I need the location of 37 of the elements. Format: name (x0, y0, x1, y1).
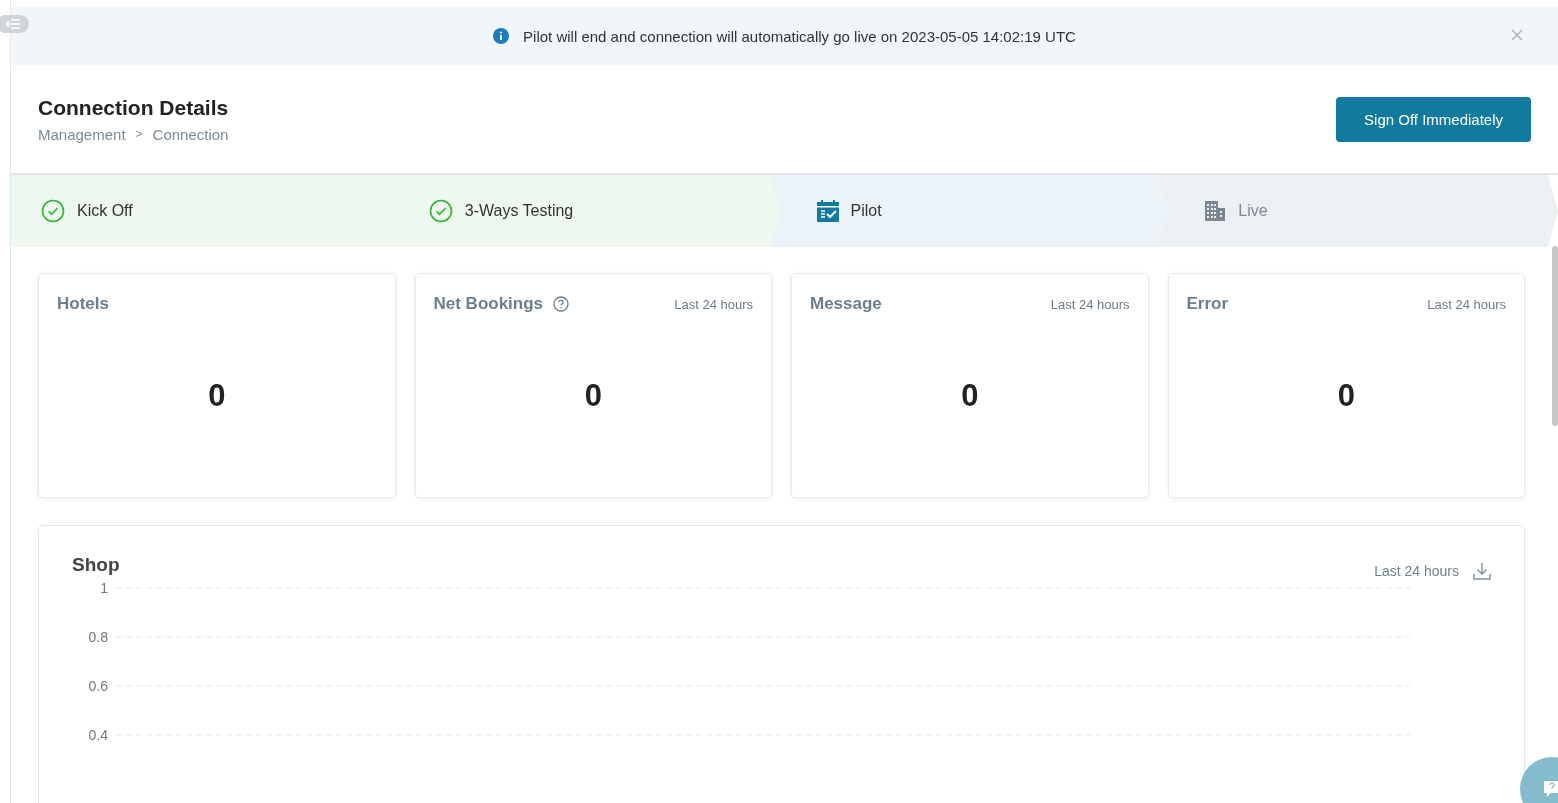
breadcrumb-link[interactable]: Management (38, 125, 126, 143)
card-title: Message (810, 294, 882, 314)
step-label: Kick Off (77, 202, 133, 220)
card-title: Error (1186, 294, 1229, 314)
y-axis-label: 0.4 (88, 727, 108, 743)
chat-question-icon (1542, 779, 1558, 799)
page-title: Connection Details (38, 95, 229, 120)
breadcrumb-separator: > (135, 127, 143, 141)
building-icon (1204, 200, 1227, 222)
stat-value: 0 (208, 377, 226, 414)
stat-value: 0 (584, 377, 602, 414)
stat-value: 0 (1337, 377, 1355, 414)
y-axis-label: 1 (100, 580, 108, 596)
check-circle-icon (41, 199, 65, 223)
help-icon[interactable] (553, 296, 570, 312)
y-axis-label: 0.6 (88, 678, 108, 694)
y-axis-label: 0.8 (88, 629, 108, 645)
period-label: Last 24 hours (674, 296, 753, 312)
period-label: Last 24 hours (1427, 296, 1506, 312)
download-icon[interactable] (1473, 562, 1491, 580)
step-label: 3-Ways Testing (464, 202, 574, 220)
step-label: Live (1238, 202, 1268, 220)
breadcrumb-link[interactable]: Connection (152, 125, 229, 143)
banner-message: Pilot will end and connection will automatically go live on 2023-05-05 14:02:19 UTC (523, 27, 1076, 45)
period-label: Last 24 hours (1050, 296, 1130, 312)
calendar-check-icon (816, 200, 839, 222)
check-circle-icon (428, 199, 453, 223)
step-label: Pilot (850, 202, 882, 220)
chart-title: Shop (72, 554, 120, 576)
card-title: Hotels (57, 294, 109, 314)
collapse-icon (4, 19, 21, 29)
period-label: Last 24 hours (1374, 563, 1459, 579)
info-icon (493, 28, 510, 44)
sign-off-button[interactable]: Sign Off Immediately (1336, 96, 1531, 142)
collapse-menu-button[interactable] (0, 15, 29, 33)
stat-value: 0 (961, 377, 979, 414)
card-title: Net Bookings (433, 294, 544, 314)
